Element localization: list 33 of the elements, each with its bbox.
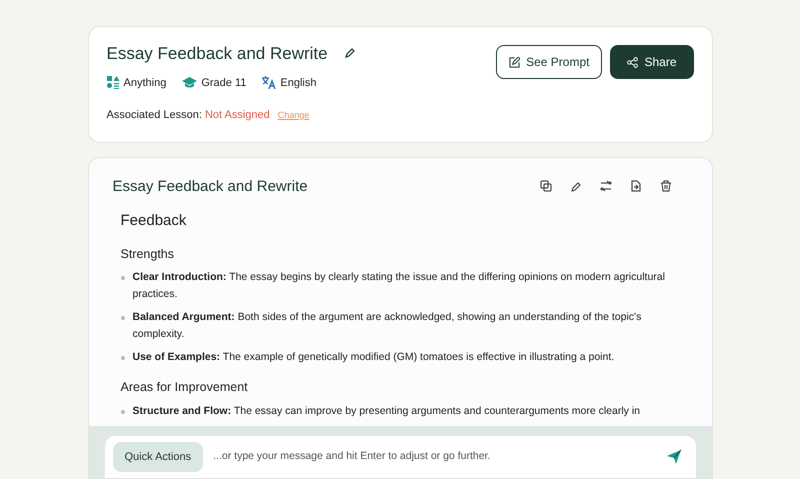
graduation-cap-icon [182,76,198,89]
send-icon[interactable] [666,448,682,465]
page-title: Essay Feedback and Rewrite [106,43,328,65]
subsection-heading: Areas for Improvement [120,379,249,396]
lesson-value: Not Assigned [204,109,270,121]
feedback-point: Clear Introduction: The essay begins by clearly stating the issue and the differing opinions on modern agricultural practices. [132,270,666,302]
share-icon [627,56,638,68]
translate-icon [262,76,276,90]
edit-icon [509,56,520,68]
tag-label: Grade 11 [201,76,246,90]
feedback-point: Structure and Flow: The essay can improve by presenting arguments and counterarguments more clearly in [132,404,640,419]
swap-arrows-icon[interactable] [600,180,614,194]
document-icon[interactable] [630,180,644,194]
section-heading: Feedback [120,211,188,231]
feedback-point: Balanced Argument: Both sides of the argument are acknowledged, showing an understanding of the topic's complexity. [132,310,642,342]
subsection-heading: Strengths [120,246,176,263]
lesson-label: Associated Lesson: [106,109,202,121]
bullet-dot [120,356,124,360]
tag-label: Anything [124,76,166,90]
trash-icon[interactable] [660,180,674,194]
message-field[interactable]: Quick Actions ...or type your message and hit Enter to adjust or go further. [104,436,696,478]
tag-label: English [280,76,316,90]
result-title: Essay Feedback and Rewrite [112,176,308,196]
quick-actions-button[interactable]: Quick Actions [112,442,204,472]
copy-icon[interactable] [540,180,554,194]
bullet-dot [120,410,124,414]
pencil-icon[interactable] [570,180,584,194]
bullet-dot [120,276,124,280]
feedback-point: Use of Examples: The example of genetically modified (GM) tomatoes is effective in illustrating a point. [132,350,614,366]
shapes-icon [106,76,120,90]
bullet-dot [120,316,124,320]
share-button[interactable]: Share [610,45,694,79]
see-prompt-button[interactable]: See Prompt [496,45,602,79]
